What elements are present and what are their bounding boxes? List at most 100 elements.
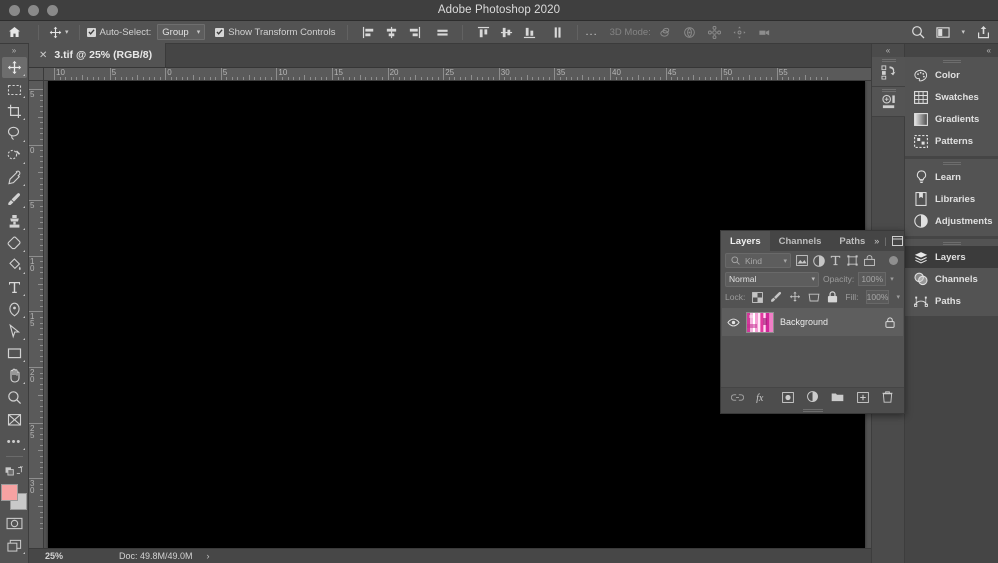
- layer-row-background[interactable]: Background: [722, 308, 903, 336]
- eyedropper-tool[interactable]: [2, 167, 27, 188]
- distribute-horizontal-icon[interactable]: [435, 25, 449, 39]
- color-swatches[interactable]: [1, 484, 27, 510]
- crop-tool[interactable]: [2, 101, 27, 122]
- eraser-tool[interactable]: [2, 233, 27, 254]
- tab-paths[interactable]: Paths: [830, 231, 874, 251]
- distribute-vertical-icon[interactable]: [550, 25, 564, 39]
- more-options-button[interactable]: ...: [585, 21, 597, 44]
- frame-tool[interactable]: [2, 409, 27, 430]
- chevron-down-icon[interactable]: ▾: [65, 29, 69, 36]
- pan-3d-icon[interactable]: [708, 25, 722, 39]
- blend-mode-dropdown[interactable]: Normal ▾: [725, 272, 819, 287]
- show-transform-controls-checkbox[interactable]: Show Transform Controls: [215, 21, 335, 44]
- filter-smart-object-icon[interactable]: [863, 254, 876, 267]
- filter-type-icon[interactable]: [829, 254, 842, 267]
- path-selection-tool[interactable]: [2, 321, 27, 342]
- lock-image-pixels-icon[interactable]: [770, 291, 782, 304]
- dock-item-learn[interactable]: Learn: [905, 166, 998, 188]
- object-selection-tool[interactable]: [2, 145, 27, 166]
- panel-grip[interactable]: [905, 57, 998, 64]
- auto-select-scope-dropdown[interactable]: Group ▾: [157, 24, 205, 40]
- align-horizontal-centers-icon[interactable]: [384, 25, 398, 39]
- zoom-tool[interactable]: [2, 387, 27, 408]
- new-layer-icon[interactable]: [856, 391, 869, 404]
- dock-item-patterns[interactable]: Patterns: [905, 130, 998, 152]
- lock-transparent-pixels-icon[interactable]: [752, 291, 763, 304]
- toolbar-collapse-button[interactable]: »: [0, 44, 29, 57]
- filter-shape-icon[interactable]: [846, 254, 859, 267]
- foreground-color-swatch[interactable]: [1, 484, 18, 501]
- close-icon[interactable]: ✕: [39, 50, 47, 61]
- expand-tabs-icon[interactable]: »: [874, 236, 879, 246]
- horizontal-ruler[interactable]: 1050510152025303540455055: [44, 68, 871, 81]
- clone-stamp-tool[interactable]: [2, 211, 27, 232]
- pen-tool[interactable]: [2, 299, 27, 320]
- panel-menu-icon[interactable]: [892, 236, 903, 246]
- history-panel-icon[interactable]: [872, 57, 906, 87]
- opacity-value-field[interactable]: 100%: [858, 272, 886, 286]
- layers-list[interactable]: Background: [721, 306, 904, 387]
- dock-item-layers[interactable]: Layers: [905, 246, 998, 268]
- align-bottom-edges-icon[interactable]: [522, 25, 536, 39]
- dock-item-adjustments[interactable]: Adjustments: [905, 210, 998, 232]
- dock-item-paths[interactable]: Paths: [905, 290, 998, 312]
- hand-tool[interactable]: [2, 365, 27, 386]
- layer-thumbnail[interactable]: [746, 312, 774, 333]
- rail-collapse-button[interactable]: «: [872, 44, 904, 57]
- properties-panel-icon[interactable]: [872, 87, 906, 117]
- paint-bucket-tool[interactable]: [2, 255, 27, 276]
- lasso-tool[interactable]: [2, 123, 27, 144]
- fill-value-field[interactable]: 100%: [866, 290, 890, 304]
- move-tool[interactable]: [2, 57, 27, 78]
- type-tool[interactable]: [2, 277, 27, 298]
- panel-grip[interactable]: [905, 159, 998, 166]
- filter-toggle[interactable]: [889, 256, 898, 265]
- delete-layer-icon[interactable]: [881, 391, 894, 404]
- dock-item-swatches[interactable]: Swatches: [905, 86, 998, 108]
- align-vertical-centers-icon[interactable]: [499, 25, 513, 39]
- chevron-down-icon[interactable]: ▾: [961, 29, 965, 36]
- workspace-icon[interactable]: [936, 25, 950, 39]
- filter-pixel-icon[interactable]: [795, 254, 808, 267]
- dock-collapse-button[interactable]: «: [905, 44, 998, 57]
- tab-layers[interactable]: Layers: [721, 231, 770, 251]
- screen-mode-icon[interactable]: [2, 535, 27, 556]
- dock-item-gradients[interactable]: Gradients: [905, 108, 998, 130]
- lock-artboard-nesting-icon[interactable]: [808, 291, 820, 304]
- camera-3d-icon[interactable]: [758, 25, 772, 39]
- auto-select-checkbox[interactable]: Auto-Select:: [87, 21, 152, 44]
- layer-styles-fx-icon[interactable]: fx: [756, 391, 769, 404]
- link-layers-icon[interactable]: [731, 391, 744, 404]
- new-adjustment-layer-icon[interactable]: [806, 391, 819, 404]
- home-icon[interactable]: [8, 21, 21, 44]
- roll-3d-icon[interactable]: [683, 25, 697, 39]
- filter-adjustment-icon[interactable]: [812, 254, 825, 267]
- panel-grip[interactable]: [905, 239, 998, 246]
- brush-tool[interactable]: [2, 189, 27, 210]
- filter-kind-dropdown[interactable]: Kind ▾: [725, 253, 791, 268]
- quick-mask-icon[interactable]: [2, 513, 27, 534]
- tool-preset-picker[interactable]: ▾: [46, 26, 72, 39]
- ruler-corner[interactable]: [29, 68, 44, 81]
- status-expand-arrow-icon[interactable]: ›: [207, 551, 210, 561]
- dock-item-libraries[interactable]: Libraries: [905, 188, 998, 210]
- layer-name[interactable]: Background: [780, 317, 877, 327]
- document-tab[interactable]: ✕ 3.tif @ 25% (RGB/8): [29, 43, 166, 67]
- vertical-ruler[interactable]: 5051 01 52 02 53 0: [29, 81, 44, 548]
- dock-item-channels[interactable]: Channels: [905, 268, 998, 290]
- align-top-edges-icon[interactable]: [476, 25, 490, 39]
- panel-resize-grip[interactable]: [721, 406, 904, 413]
- lock-all-icon[interactable]: [827, 291, 838, 304]
- fill-stepper-icon[interactable]: ▾: [896, 293, 900, 301]
- lock-position-icon[interactable]: [789, 291, 801, 304]
- align-left-edges-icon[interactable]: [361, 25, 375, 39]
- rectangle-tool[interactable]: [2, 343, 27, 364]
- add-layer-mask-icon[interactable]: [781, 391, 794, 404]
- opacity-stepper-icon[interactable]: ▾: [890, 275, 894, 283]
- slide-3d-icon[interactable]: [733, 25, 747, 39]
- align-right-edges-icon[interactable]: [407, 25, 421, 39]
- orbit-3d-icon[interactable]: [658, 25, 672, 39]
- eye-icon[interactable]: [727, 318, 740, 327]
- default-colors-swap[interactable]: [2, 460, 27, 481]
- lock-icon[interactable]: [883, 317, 896, 328]
